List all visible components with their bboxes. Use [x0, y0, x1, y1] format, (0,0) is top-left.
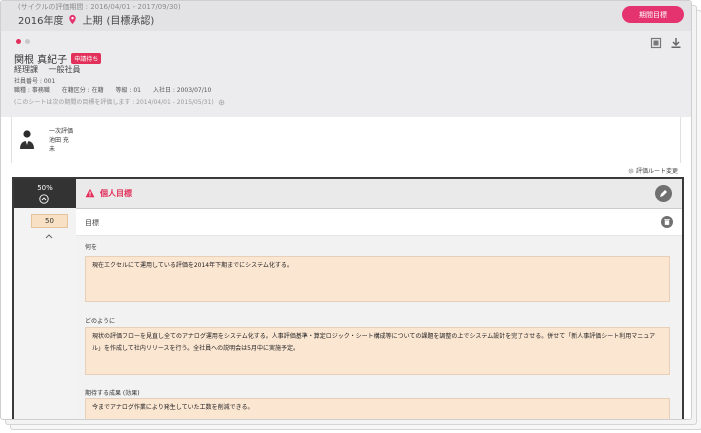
evaluator-avatar: [20, 130, 34, 149]
expected-result-label: 期待する成果 (効果): [85, 390, 140, 397]
page-dot[interactable]: [25, 39, 30, 44]
how-field[interactable]: 現状の評価フローを見直し全てのアナログ運用をシステム化する。人事評価基準・算定ロ…: [85, 327, 670, 375]
map-pin-icon: [69, 14, 77, 25]
route-change-link[interactable]: 評価ルート変更: [628, 166, 678, 175]
evaluator-area: [11, 117, 681, 163]
evaluator-status: 未: [49, 146, 56, 153]
hire-date: 入社日 : 2003/07/10: [152, 87, 212, 94]
goal-frame: 50% 50 個人目標 目標 何を 現在エクセルにて運用している評価を2014年…: [12, 177, 684, 419]
cycle-period-note: (サイクルの評価期間 : 2016/04/01 - 2017/09/30): [18, 3, 181, 11]
weight-input[interactable]: 50: [31, 214, 68, 228]
download-icon[interactable]: [670, 37, 682, 49]
weight-header: 50%: [14, 179, 76, 208]
route-change-label: 評価ルート変更: [636, 168, 679, 175]
goal-row: 目標: [76, 209, 682, 236]
grade: 等級 : 01: [115, 87, 142, 94]
goal-title: 個人目標: [100, 189, 132, 198]
position: 一般社員: [48, 65, 81, 74]
stage-label: (目標承認): [106, 16, 155, 27]
employee-meta: 職種 : 事務職 在籍区分 : 在籍 等級 : 01 入社日 : 2003/07…: [14, 85, 221, 94]
status-badge: 申請待ち: [71, 53, 102, 64]
what-field[interactable]: 現在エクセルにて運用している評価を2014年下期までにシステム化する。: [85, 256, 670, 302]
how-label: どのように: [85, 318, 116, 325]
trash-icon[interactable]: [661, 216, 673, 228]
evaluator-role: 一次評価: [49, 128, 74, 135]
sheet-period-note: (このシートは次の期間の目標を評価します : 2014/04/01 - 2015…: [14, 97, 225, 106]
goal-header: 個人目標: [76, 179, 682, 209]
caret-up-icon[interactable]: [45, 233, 53, 239]
job-type: 職種 : 事務職: [14, 87, 50, 94]
weight-column: 50% 50: [14, 179, 76, 419]
gear-icon[interactable]: [218, 99, 225, 106]
chevron-up-circle-icon[interactable]: [39, 194, 49, 204]
department-row: 経理課 一般社員: [14, 64, 81, 75]
period-label: 上期: [82, 16, 103, 27]
evaluator-name: 池田 充: [49, 137, 69, 144]
department: 経理課: [14, 65, 38, 74]
year-label: 2016年度: [18, 16, 64, 27]
evaluation-sheet-panel: (サイクルの評価期間 : 2016/04/01 - 2017/09/30) 20…: [0, 0, 692, 420]
expected-result-field[interactable]: 今までアナログ作業により発生していた工数を削減できる。: [85, 398, 670, 419]
profile-section: 関根 真紀子 申請待ち 経理課 一般社員 社員番号 : 001 職種 : 事務職…: [1, 31, 691, 117]
top-bar: (サイクルの評価期間 : 2016/04/01 - 2017/09/30) 20…: [1, 1, 691, 31]
employee-number: 社員番号 : 001: [14, 78, 56, 85]
page-dot-active[interactable]: [16, 39, 21, 44]
goal-label: 目標: [85, 219, 99, 227]
period-line: 2016年度 上期 (目標承認): [18, 12, 154, 27]
warning-icon: [85, 188, 95, 198]
gear-icon: [628, 168, 634, 173]
weight-percent: 50%: [37, 184, 53, 192]
period-goal-button[interactable]: 期間目標: [622, 6, 684, 23]
goal-fields: 何を 現在エクセルにて運用している評価を2014年下期までにシステム化する。 ど…: [76, 236, 682, 419]
print-icon[interactable]: [650, 37, 662, 49]
pencil-icon[interactable]: [655, 185, 672, 202]
what-label: 何を: [85, 244, 98, 251]
employment-status: 在籍区分 : 在籍: [61, 87, 104, 94]
